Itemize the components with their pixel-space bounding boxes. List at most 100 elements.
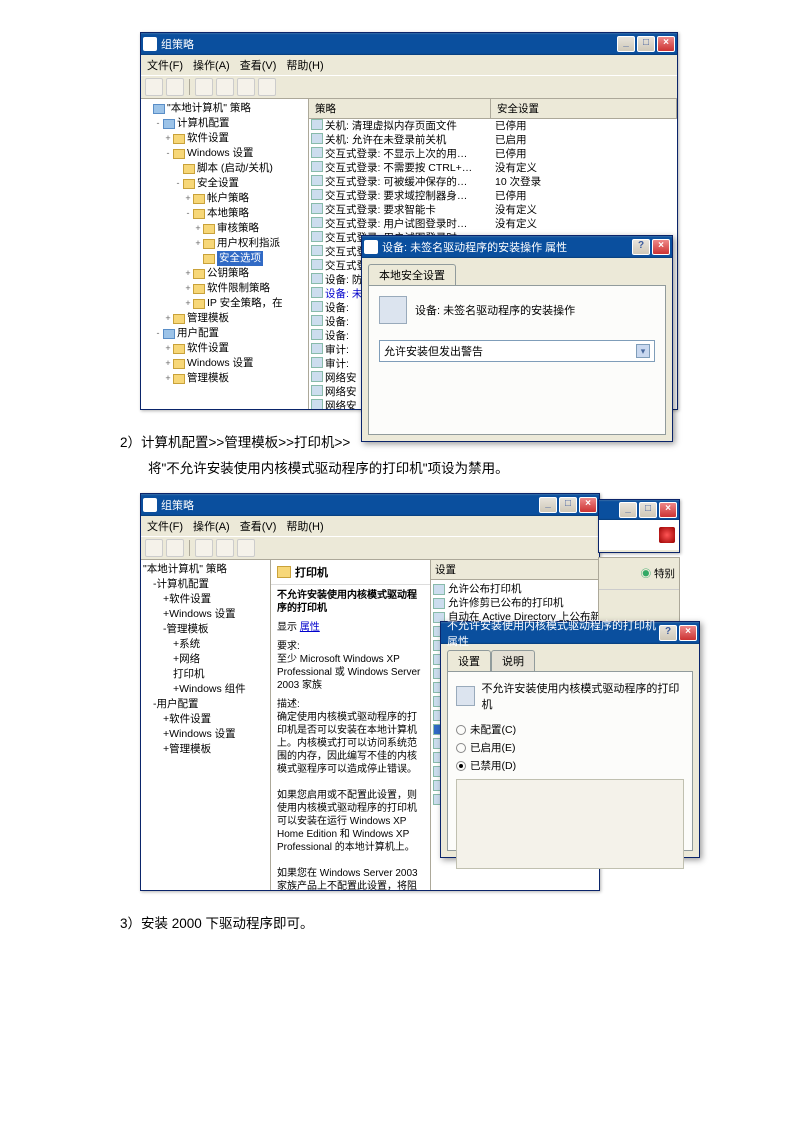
tree-view[interactable]: "本地计算机" 策略-计算机配置+软件设置+Windows 设置-管理模板+系统… <box>141 560 271 890</box>
tree-item[interactable]: -计算机配置 <box>143 116 306 131</box>
tree-item[interactable]: +软件设置 <box>143 131 306 146</box>
settings-header[interactable]: 设置 <box>431 560 599 580</box>
toolbar[interactable] <box>141 536 599 560</box>
list-row[interactable]: 交互式登录: 用户试图登录时…没有定义 <box>309 217 677 231</box>
menu-item[interactable]: 文件(F) <box>147 521 183 533</box>
tree-item[interactable]: 打印机 <box>143 667 268 682</box>
list-row[interactable]: 交互式登录: 要求域控制器身…已停用 <box>309 189 677 203</box>
radio-option[interactable]: 已启用(E) <box>456 740 684 755</box>
tree-item[interactable]: +Windows 组件 <box>143 682 268 697</box>
close-button[interactable]: × <box>657 36 675 52</box>
radio-option[interactable]: 已禁用(D) <box>456 758 684 773</box>
close-button[interactable]: × <box>652 239 670 255</box>
menu-item[interactable]: 查看(V) <box>240 521 277 533</box>
tree-item[interactable]: +软件设置 <box>143 592 268 607</box>
toolbar[interactable] <box>141 75 677 99</box>
help-button[interactable]: ? <box>659 625 677 641</box>
up-icon[interactable] <box>195 78 213 96</box>
maximize-button[interactable]: □ <box>637 36 655 52</box>
close-button[interactable]: × <box>579 497 597 513</box>
list-row[interactable]: 交互式登录: 不显示上次的用…已停用 <box>309 147 677 161</box>
tree-item[interactable]: +软件设置 <box>143 712 268 727</box>
menu-item[interactable]: 操作(A) <box>193 60 230 72</box>
props-icon[interactable] <box>216 539 234 557</box>
tree-item[interactable]: -本地策略 <box>143 206 306 221</box>
list-row[interactable]: 交互式登录: 不需要按 CTRL+…没有定义 <box>309 161 677 175</box>
tree-item[interactable]: +系统 <box>143 637 268 652</box>
tab-local-security[interactable]: 本地安全设置 <box>368 264 456 285</box>
side-label[interactable]: 特别 <box>654 568 675 580</box>
tab-setting[interactable]: 设置 <box>447 650 491 671</box>
tree-item[interactable]: 安全选项 <box>143 251 306 266</box>
menu-item[interactable]: 帮助(H) <box>286 521 323 533</box>
export-icon[interactable] <box>237 78 255 96</box>
tree-item[interactable]: -Windows 设置 <box>143 146 306 161</box>
tree-item[interactable]: +管理模板 <box>143 371 306 386</box>
close-button[interactable]: × <box>659 502 677 518</box>
options-area <box>456 779 684 869</box>
dialog-titlebar[interactable]: 设备: 未签名驱动程序的安装操作 属性 ? × <box>362 236 672 258</box>
chevron-down-icon[interactable]: ▾ <box>636 344 650 358</box>
tree-item[interactable]: 脚本 (启动/关机) <box>143 161 306 176</box>
tree-item[interactable]: +IP 安全策略，在 <box>143 296 306 311</box>
menu-item[interactable]: 查看(V) <box>240 60 277 72</box>
col-policy[interactable]: 策略 <box>309 99 491 118</box>
list-row[interactable]: 交互式登录: 要求智能卡没有定义 <box>309 203 677 217</box>
tree-item[interactable]: +审核策略 <box>143 221 306 236</box>
up-icon[interactable] <box>195 539 213 557</box>
tab-explain[interactable]: 说明 <box>491 650 535 671</box>
tree-item[interactable]: -用户配置 <box>143 326 306 341</box>
tree-item[interactable]: +软件设置 <box>143 341 306 356</box>
tree-item[interactable]: +Windows 设置 <box>143 727 268 742</box>
tree-item[interactable]: "本地计算机" 策略 <box>143 562 268 577</box>
tree-item[interactable]: +管理模板 <box>143 742 268 757</box>
minimize-button[interactable]: _ <box>617 36 635 52</box>
action-combo[interactable]: 允许安装但发出警告 ▾ <box>379 340 655 362</box>
minimize-button[interactable]: _ <box>539 497 557 513</box>
tree-item[interactable]: +帐户策略 <box>143 191 306 206</box>
minimize-button[interactable]: _ <box>619 502 637 518</box>
tree-item[interactable]: +软件限制策略 <box>143 281 306 296</box>
help-button[interactable]: ? <box>632 239 650 255</box>
radio-option[interactable]: 未配置(C) <box>456 722 684 737</box>
tree-view[interactable]: "本地计算机" 策略-计算机配置+软件设置-Windows 设置脚本 (启动/关… <box>141 99 309 409</box>
titlebar[interactable]: 组策略 _ □ × <box>141 494 599 516</box>
maximize-button[interactable]: □ <box>639 502 657 518</box>
properties-link[interactable]: 属性 <box>300 622 320 633</box>
col-setting[interactable]: 安全设置 <box>491 99 677 118</box>
list-header[interactable]: 策略 安全设置 <box>309 99 677 119</box>
tree-item[interactable]: -管理模板 <box>143 622 268 637</box>
titlebar[interactable]: 组策略 _ □ × <box>141 33 677 55</box>
tree-item[interactable]: +公钥策略 <box>143 266 306 281</box>
tree-item[interactable]: -安全设置 <box>143 176 306 191</box>
menu-item[interactable]: 帮助(H) <box>286 60 323 72</box>
back-icon[interactable] <box>145 78 163 96</box>
back-icon[interactable] <box>145 539 163 557</box>
setting-row[interactable]: 允许公布打印机 <box>433 582 597 596</box>
policy-icon <box>379 296 407 324</box>
help-icon[interactable] <box>237 539 255 557</box>
maximize-button[interactable]: □ <box>559 497 577 513</box>
tree-item[interactable]: +网络 <box>143 652 268 667</box>
menu-item[interactable]: 操作(A) <box>193 521 230 533</box>
tree-item[interactable]: +Windows 设置 <box>143 356 306 371</box>
menubar[interactable]: 文件(F) 操作(A) 查看(V) 帮助(H) <box>141 55 677 75</box>
setting-row[interactable]: 允许修剪已公布的打印机 <box>433 596 597 610</box>
refresh-icon[interactable] <box>216 78 234 96</box>
tree-item[interactable]: +用户权利指派 <box>143 236 306 251</box>
tree-item[interactable]: +Windows 设置 <box>143 607 268 622</box>
dialog-titlebar[interactable]: 不允许安装使用内核模式驱动程序的打印机 属性 ? × <box>441 622 699 644</box>
menu-item[interactable]: 文件(F) <box>147 60 183 72</box>
forward-icon[interactable] <box>166 539 184 557</box>
list-row[interactable]: 关机: 清理虚拟内存页面文件已停用 <box>309 119 677 133</box>
tree-item[interactable]: "本地计算机" 策略 <box>143 101 306 116</box>
close-button[interactable]: × <box>679 625 697 641</box>
list-row[interactable]: 关机: 允许在未登录前关机已启用 <box>309 133 677 147</box>
list-row[interactable]: 交互式登录: 可被缓冲保存的…10 次登录 <box>309 175 677 189</box>
help-icon[interactable] <box>258 78 276 96</box>
tree-item[interactable]: -用户配置 <box>143 697 268 712</box>
menubar[interactable]: 文件(F) 操作(A) 查看(V) 帮助(H) <box>141 516 599 536</box>
forward-icon[interactable] <box>166 78 184 96</box>
tree-item[interactable]: -计算机配置 <box>143 577 268 592</box>
tree-item[interactable]: +管理模板 <box>143 311 306 326</box>
